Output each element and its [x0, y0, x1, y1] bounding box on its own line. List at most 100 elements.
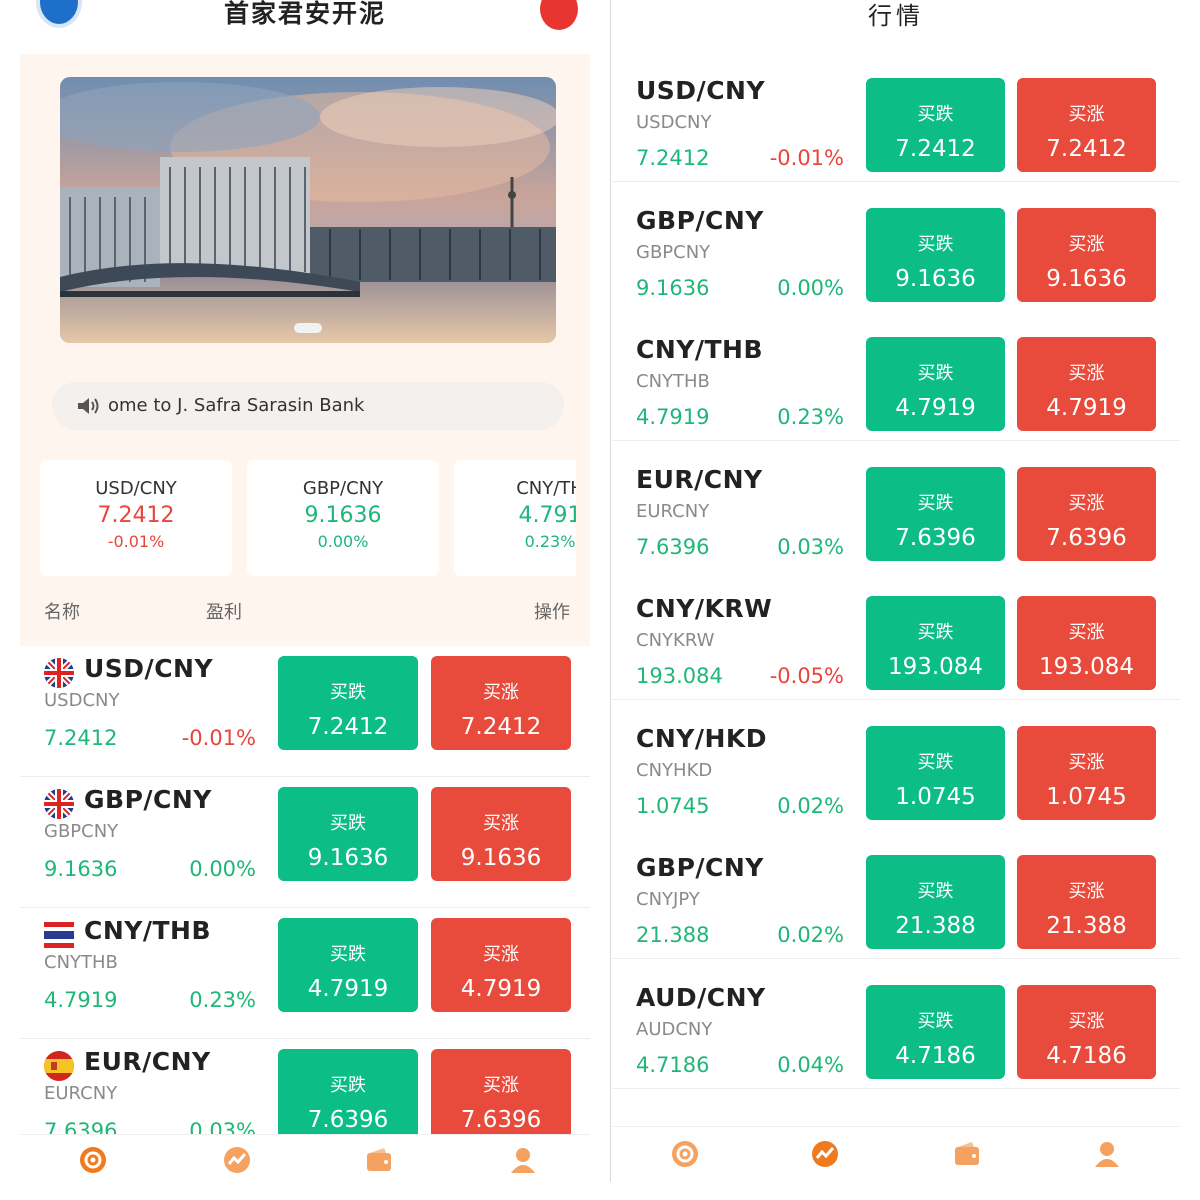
sell-button[interactable]: 买跌 1.0745 — [866, 725, 1005, 820]
sell-price: 1.0745 — [895, 783, 976, 810]
announcement-text: ome to J. Safra Sarasin Bank — [108, 395, 365, 416]
pair-price: 1.0745 — [636, 793, 710, 818]
pair-price: 7.6396 — [636, 534, 710, 559]
market-row[interactable]: CNY/THB CNYTHB 4.7919 0.23% 买跌 4.7919 买涨 4… — [20, 908, 590, 1039]
buy-button[interactable]: 买涨 1.0745 — [1017, 725, 1156, 820]
buy-button[interactable]: 买涨 4.7186 — [1017, 984, 1156, 1079]
buy-price: 4.7919 — [460, 976, 542, 1002]
sell-button-label: 买跌 — [330, 1075, 366, 1096]
buy-price: 9.1636 — [460, 845, 542, 871]
spain-flag-icon — [44, 1051, 74, 1081]
market-row[interactable]: GBP/CNY CNYJPY 21.388 0.02% 买跌 21.388 买涨 21.388 — [612, 829, 1180, 959]
market-row[interactable]: GBP/CNY GBPCNY 9.1636 0.00% 买跌 9.1636 买涨 9.1636 — [612, 181, 1180, 312]
sell-button[interactable]: 买跌 9.1636 — [278, 787, 418, 881]
column-profit: 盈利 — [206, 602, 242, 623]
ticker-card[interactable]: USD/CNY 7.2412 -0.01% — [40, 460, 232, 576]
sell-price: 7.6396 — [895, 524, 976, 551]
carousel-indicator[interactable] — [294, 323, 322, 333]
sell-button[interactable]: 买跌 7.2412 — [866, 78, 1005, 172]
wallet-icon[interactable] — [364, 1145, 394, 1175]
buy-button[interactable]: 买涨 7.2412 — [431, 656, 571, 750]
notification-icon[interactable] — [540, 0, 578, 30]
market-icon[interactable] — [810, 1139, 840, 1169]
buy-button[interactable]: 买涨 7.6396 — [1017, 466, 1156, 561]
pair-name: CNY/KRW — [636, 594, 773, 623]
market-row[interactable]: GBP/CNY GBPCNY 9.1636 0.00% 买跌 9.1636 买涨 9… — [20, 777, 590, 908]
market-row[interactable]: USD/CNY USDCNY 7.2412 -0.01% 买跌 7.2412 买涨… — [20, 646, 590, 777]
pair-name: EUR/CNY — [636, 464, 763, 494]
market-row[interactable]: AUD/CNY AUDCNY 4.7186 0.04% 买跌 4.7186 买涨 4.7186 — [612, 958, 1180, 1089]
pair-code: GBPCNY — [636, 241, 711, 263]
sell-button[interactable]: 买跌 7.2412 — [278, 656, 418, 750]
pair-price: 7.2412 — [636, 146, 710, 170]
announcement-bar[interactable]: ome to J. Safra Sarasin Bank — [52, 382, 564, 430]
buy-button[interactable]: 买涨 9.1636 — [1017, 207, 1156, 302]
home-icon[interactable] — [78, 1145, 108, 1175]
pair-change: 0.23% — [777, 405, 844, 429]
sell-button[interactable]: 买跌 193.084 — [866, 596, 1005, 690]
pair-code: EURCNY — [636, 500, 710, 522]
sell-button-label: 买跌 — [917, 363, 954, 384]
buy-button[interactable]: 买涨 9.1636 — [431, 787, 571, 881]
market-screen: 行情 USD/CNY USDCNY 7.2412 -0.01% 买跌 7.2412 买涨 7.… — [612, 0, 1180, 1182]
page-title: 行情 — [868, 2, 924, 30]
pair-change: -0.01% — [181, 726, 256, 750]
column-action: 操作 — [534, 602, 570, 623]
ticker-card[interactable]: GBP/CNY 9.1636 0.00% — [247, 460, 439, 576]
buy-button[interactable]: 买涨 4.7919 — [431, 918, 571, 1012]
center-divider — [610, 0, 611, 1182]
sell-button[interactable]: 买跌 7.6396 — [866, 466, 1005, 561]
market-row[interactable]: EUR/CNY EURCNY 7.6396 0.03% 买跌 7.6396 买涨 7.6396 — [612, 440, 1180, 571]
sell-button-label: 买跌 — [917, 233, 954, 255]
user-icon[interactable] — [508, 1145, 538, 1175]
pair-price: 4.7919 — [44, 988, 118, 1012]
market-row[interactable]: CNY/THB CNYTHB 4.7919 0.23% 买跌 4.7919 买涨 4.7919 — [612, 311, 1180, 441]
pair-name: GBP/CNY — [636, 853, 764, 882]
sell-button[interactable]: 买跌 7.6396 — [278, 1049, 418, 1143]
buy-button-label: 买涨 — [483, 1075, 519, 1096]
sell-button[interactable]: 买跌 21.388 — [866, 855, 1005, 949]
pair-change: 0.04% — [777, 1052, 844, 1077]
buy-button[interactable]: 买涨 7.2412 — [1017, 78, 1156, 172]
sell-price: 7.6396 — [307, 1107, 389, 1133]
pair-name: USD/CNY — [636, 76, 766, 105]
ticker-price: 4.791 — [518, 503, 577, 528]
buy-button[interactable]: 买涨 4.7919 — [1017, 337, 1156, 431]
ticker-price: 7.2412 — [97, 503, 175, 528]
buy-price: 21.388 — [1046, 913, 1127, 939]
pair-price: 7.2412 — [44, 726, 118, 750]
sell-price: 4.7919 — [895, 395, 976, 421]
sell-price: 193.084 — [887, 654, 984, 680]
ticker-card[interactable]: CNY/TH 4.791 0.23% — [454, 460, 576, 576]
buy-button-label: 买涨 — [1068, 751, 1105, 773]
market-row[interactable]: CNY/KRW CNYKRW 193.084 -0.05% 买跌 193.084 买涨 193… — [612, 570, 1180, 700]
thailand-flag-icon — [44, 920, 74, 950]
buy-price: 7.2412 — [460, 714, 542, 740]
home-icon[interactable] — [670, 1139, 700, 1169]
pair-change: 0.02% — [777, 923, 844, 947]
sell-price: 4.7186 — [895, 1042, 976, 1069]
market-row[interactable]: USD/CNY USDCNY 7.2412 -0.01% 买跌 7.2412 买涨 7.241… — [612, 52, 1180, 182]
sell-button-label: 买跌 — [917, 492, 954, 514]
buy-button[interactable]: 买涨 193.084 — [1017, 596, 1156, 690]
pair-change: -0.05% — [769, 664, 844, 688]
market-table-header: 名称 盈利 操作 — [20, 598, 590, 628]
sell-button-label: 买跌 — [917, 104, 954, 125]
wallet-icon[interactable] — [952, 1139, 982, 1169]
sell-button-label: 买跌 — [330, 944, 366, 965]
buy-button[interactable]: 买涨 7.6396 — [431, 1049, 571, 1143]
banner-carousel[interactable] — [60, 77, 556, 343]
pair-code: USDCNY — [636, 112, 712, 133]
sell-button[interactable]: 买跌 4.7919 — [278, 918, 418, 1012]
sell-button[interactable]: 买跌 9.1636 — [866, 207, 1005, 302]
user-icon[interactable] — [1092, 1139, 1122, 1169]
buy-price: 1.0745 — [1046, 783, 1127, 810]
market-row[interactable]: CNY/HKD CNYHKD 1.0745 0.02% 买跌 1.0745 买涨 1.0745 — [612, 699, 1180, 830]
buy-button-label: 买涨 — [1068, 104, 1105, 125]
market-icon[interactable] — [222, 1145, 252, 1175]
bank-logo — [36, 0, 82, 28]
ticker-name: GBP/CNY — [302, 478, 384, 499]
sell-button[interactable]: 买跌 4.7919 — [866, 337, 1005, 431]
buy-button[interactable]: 买涨 21.388 — [1017, 855, 1156, 949]
sell-button[interactable]: 买跌 4.7186 — [866, 984, 1005, 1079]
